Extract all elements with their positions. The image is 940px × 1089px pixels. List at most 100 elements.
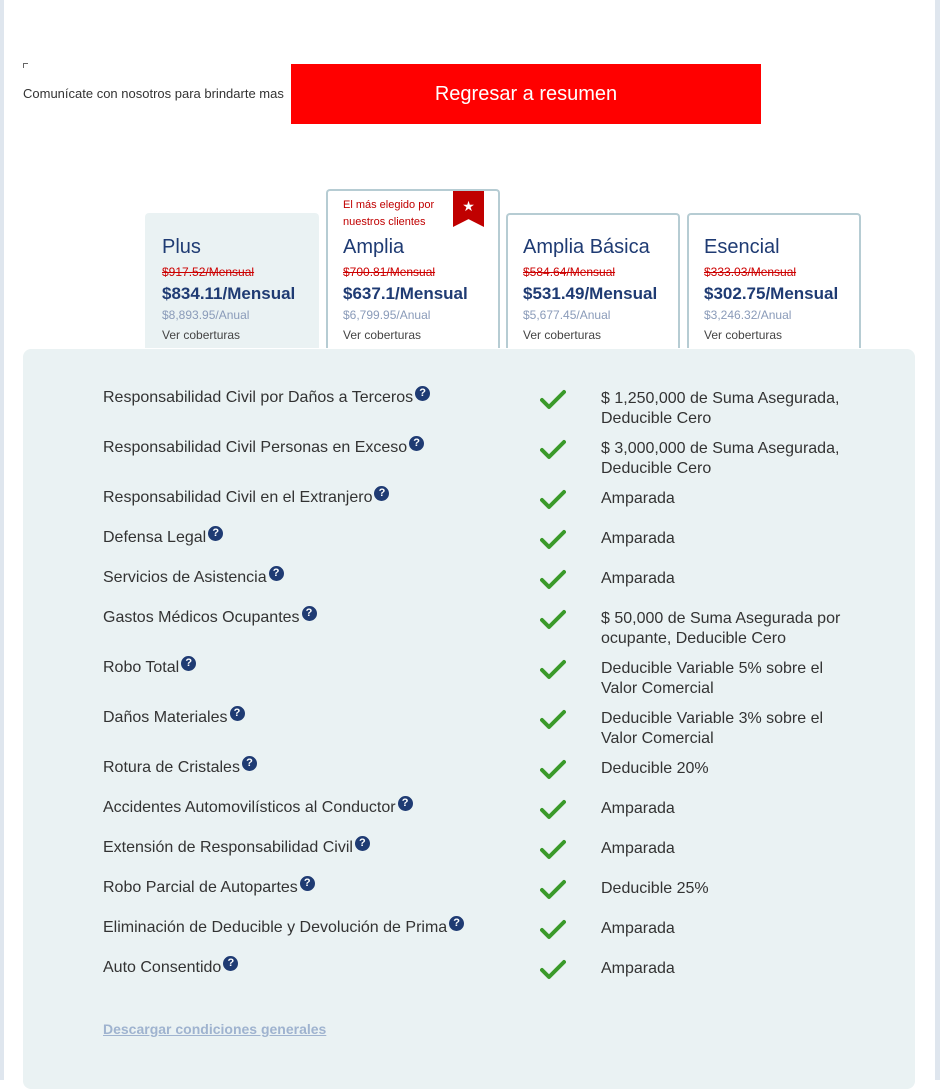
coverage-name-text: Responsabilidad Civil en el Extranjero (103, 489, 373, 506)
question-circle-icon[interactable]: ? (409, 435, 425, 451)
coverage-name-text: Accidentes Automovilísticos al Conductor (103, 799, 396, 816)
coverage-value: Amparada (601, 800, 675, 817)
check-icon (540, 920, 566, 939)
check-icon (540, 880, 566, 899)
question-circle-icon[interactable]: ? (241, 755, 257, 771)
coverage-name: Responsabilidad Civil en el Extranjero? (103, 485, 390, 507)
coverage-name-text: Daños Materiales (103, 709, 228, 726)
plan-old-price: $917.52/Mensual (162, 265, 255, 279)
coverage-panel: Responsabilidad Civil por Daños a Tercer… (23, 349, 915, 1089)
question-circle-icon[interactable]: ? (397, 795, 413, 811)
coverage-name: Gastos Médicos Ocupantes? (103, 605, 317, 627)
check-icon (540, 760, 566, 779)
coverage-name-text: Robo Total (103, 659, 180, 676)
coverage-value: Amparada (601, 960, 675, 977)
question-circle-icon[interactable]: ? (374, 485, 390, 501)
most-chosen-badge: El más elegido por nuestros clientes (343, 199, 435, 228)
plan-old-price: $584.64/Mensual (523, 265, 616, 279)
plan-annual-price: $5,677.45/Anual (523, 308, 611, 322)
coverage-name-text: Auto Consentido (103, 959, 222, 976)
corner-mark (23, 63, 28, 68)
view-coverages-link[interactable]: Ver coberturas (343, 328, 498, 342)
coverage-name: Eliminación de Deducible y Devolución de… (103, 915, 465, 937)
check-icon (540, 710, 566, 729)
plan-card-esencial[interactable]: Esencial $333.03/Mensual $302.75/Mensual… (687, 213, 861, 348)
plan-name: Amplia Básica (523, 236, 650, 258)
back-to-summary-button[interactable]: Regresar a resumen (291, 64, 761, 124)
check-icon (540, 530, 566, 549)
question-circle-icon[interactable]: ? (449, 915, 465, 931)
window-frame-right (935, 0, 940, 1080)
coverage-name: Robo Parcial de Autopartes? (103, 875, 315, 897)
coverage-name-text: Robo Parcial de Autopartes (103, 879, 298, 896)
coverage-name-text: Extensión de Responsabilidad Civil (103, 839, 353, 856)
coverage-name: Auto Consentido? (103, 955, 239, 977)
coverage-value: Amparada (601, 570, 675, 587)
coverage-name-text: Gastos Médicos Ocupantes (103, 609, 300, 626)
plan-annual-price: $3,246.32/Anual (704, 308, 792, 322)
coverage-name: Responsabilidad Civil Personas en Exceso… (103, 435, 425, 457)
download-conditions-link[interactable]: Descargar condiciones generales (103, 1021, 326, 1037)
coverage-value: $ 3,000,000 de Suma Asegurada, Deducible… (601, 440, 840, 477)
view-coverages-link[interactable]: Ver coberturas (704, 328, 859, 342)
plan-price: $834.11/Mensual (162, 284, 296, 303)
plan-annual-price: $8,893.95/Anual (162, 308, 250, 322)
view-coverages-link[interactable]: Ver coberturas (162, 328, 317, 342)
coverage-name: Extensión de Responsabilidad Civil? (103, 835, 370, 857)
check-icon (540, 660, 566, 679)
question-circle-icon[interactable]: ? (223, 955, 239, 971)
question-circle-icon[interactable]: ? (229, 705, 245, 721)
coverage-name: Servicios de Asistencia? (103, 565, 284, 587)
coverage-value: $ 50,000 de Suma Asegurada por ocupante,… (601, 610, 841, 647)
contact-text: Comunícate con nosotros para brindarte m… (23, 86, 284, 101)
coverage-value: Deducible Variable 5% sobre el Valor Com… (601, 660, 824, 697)
coverage-value: Amparada (601, 920, 675, 937)
check-icon (540, 800, 566, 819)
coverage-name-text: Eliminación de Deducible y Devolución de… (103, 919, 448, 936)
view-coverages-link[interactable]: Ver coberturas (523, 328, 678, 342)
question-circle-icon[interactable]: ? (299, 875, 315, 891)
plan-card-amplia-basica[interactable]: Amplia Básica $584.64/Mensual $531.49/Me… (506, 213, 680, 348)
plan-price: $531.49/Mensual (523, 284, 658, 303)
plan-name: Plus (162, 236, 201, 258)
question-circle-icon[interactable]: ? (268, 565, 284, 581)
question-circle-icon[interactable]: ? (354, 835, 370, 851)
star-icon: ★ (453, 191, 484, 227)
check-icon (540, 840, 566, 859)
coverage-name-text: Servicios de Asistencia (103, 569, 267, 586)
plan-card-plus[interactable]: Plus $917.52/Mensual $834.11/Mensual $8,… (145, 213, 319, 348)
plan-card-amplia[interactable]: El más elegido por nuestros clientes ★ A… (326, 189, 500, 348)
check-icon (540, 570, 566, 589)
plan-price: $302.75/Mensual (704, 284, 839, 303)
coverage-name: Rotura de Cristales? (103, 755, 257, 777)
check-icon (540, 390, 566, 409)
question-circle-icon[interactable]: ? (181, 655, 197, 671)
coverage-name-text: Responsabilidad Civil por Daños a Tercer… (103, 389, 414, 406)
check-icon (540, 610, 566, 629)
coverage-name: Daños Materiales? (103, 705, 245, 727)
coverage-value: Deducible Variable 3% sobre el Valor Com… (601, 710, 824, 747)
coverage-name-text: Responsabilidad Civil Personas en Exceso (103, 439, 408, 456)
coverage-name: Robo Total? (103, 655, 197, 677)
question-circle-icon[interactable]: ? (208, 525, 224, 541)
plan-annual-price: $6,799.95/Anual (343, 308, 431, 322)
question-circle-icon[interactable]: ? (301, 605, 317, 621)
coverage-name-text: Defensa Legal (103, 529, 207, 546)
check-icon (540, 490, 566, 509)
question-circle-icon[interactable]: ? (415, 385, 431, 401)
coverage-value: $ 1,250,000 de Suma Asegurada, Deducible… (601, 390, 840, 427)
plan-name: Esencial (704, 236, 780, 258)
plan-price: $637.1/Mensual (343, 284, 468, 303)
coverage-value: Amparada (601, 490, 675, 507)
coverage-name: Accidentes Automovilísticos al Conductor… (103, 795, 413, 817)
window-frame-left (0, 0, 4, 1080)
coverage-value: Amparada (601, 840, 675, 857)
coverage-name-text: Rotura de Cristales (103, 759, 240, 776)
plan-old-price: $700.81/Mensual (343, 265, 436, 279)
coverage-name: Responsabilidad Civil por Daños a Tercer… (103, 385, 431, 407)
coverage-value: Deducible 25% (601, 880, 709, 897)
check-icon (540, 960, 566, 979)
coverage-name: Defensa Legal? (103, 525, 224, 547)
check-icon (540, 440, 566, 459)
plan-old-price: $333.03/Mensual (704, 265, 797, 279)
